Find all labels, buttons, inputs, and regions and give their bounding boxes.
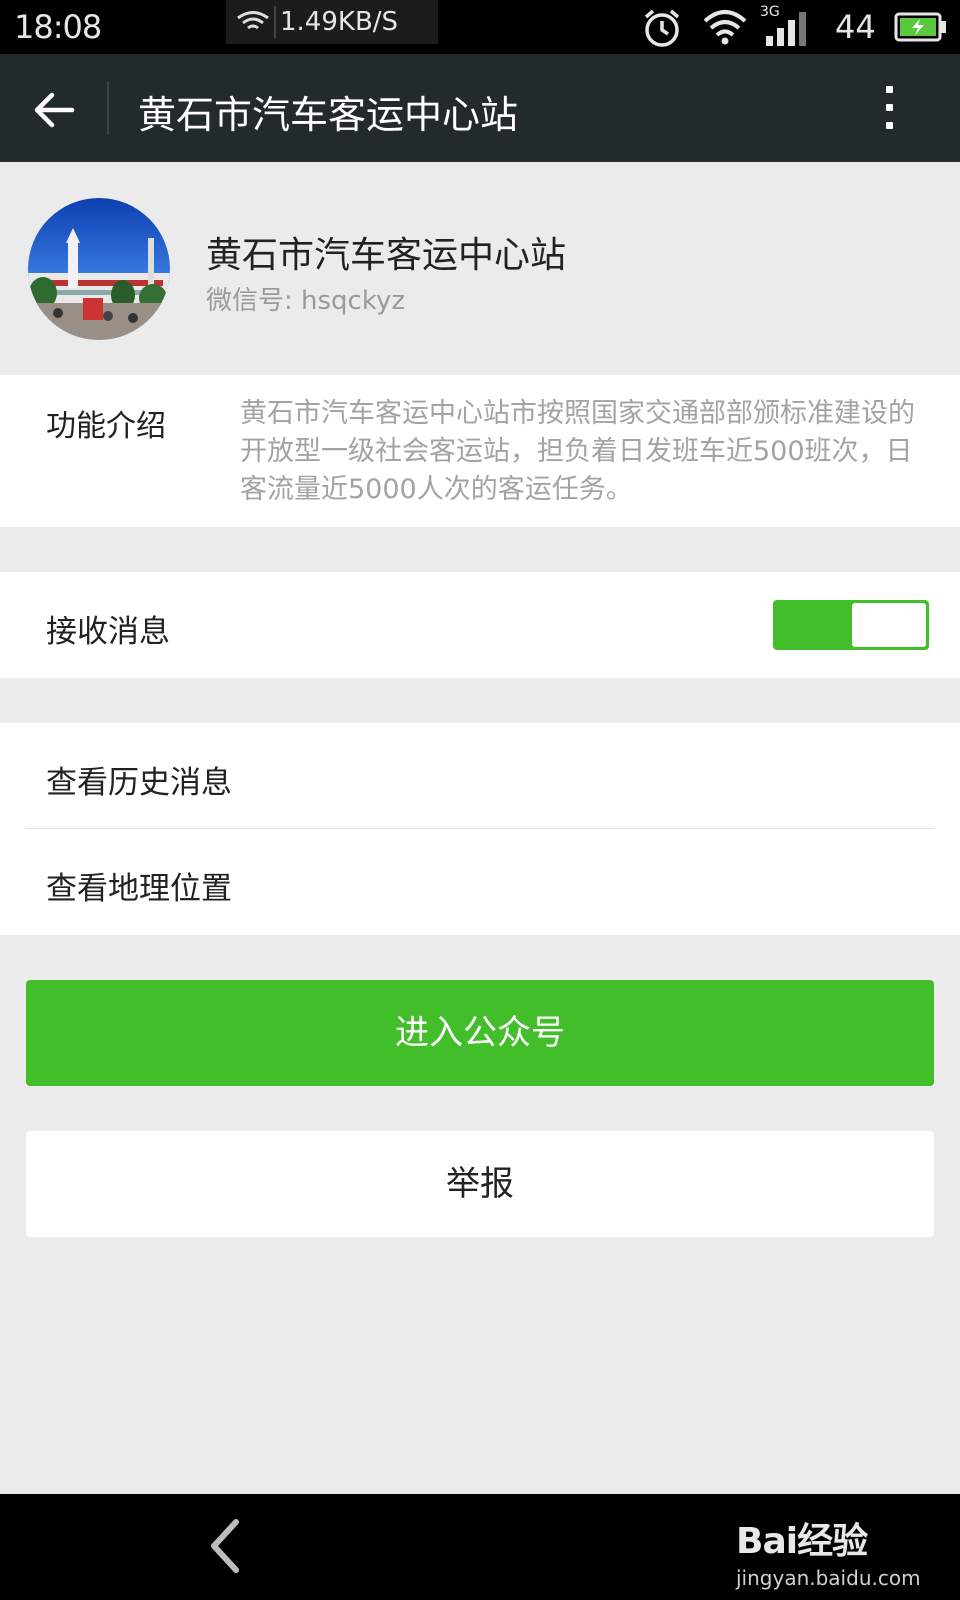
more-menu-button[interactable] [870, 84, 910, 134]
history-messages-label: 查看历史消息 [46, 765, 232, 801]
receive-messages-label: 接收消息 [46, 614, 170, 650]
watermark-brand: Bai经验 [736, 1521, 868, 1562]
wechat-id-label: 微信号: [206, 286, 293, 316]
report-button[interactable]: 举报 [26, 1131, 934, 1237]
signal-icon: 3G [760, 4, 816, 46]
baidu-jingyan-watermark: Bai经验 jingyan.baidu.com [736, 1512, 921, 1590]
nav-back-button[interactable] [202, 1516, 250, 1576]
net-speed-indicator: 1.49KB/S [226, 0, 438, 44]
net-speed-text: 1.49KB/S [280, 7, 399, 37]
receive-messages-toggle[interactable] [773, 600, 929, 650]
title-divider [107, 82, 109, 134]
intro-text: 黄石市汽车客运中心站市按照国家交通部部颁标准建设的开放型一级社会客运站，担负着日… [240, 398, 915, 505]
arrow-left-icon [34, 92, 75, 128]
back-button[interactable] [24, 82, 84, 136]
location-label: 查看地理位置 [46, 871, 232, 907]
wifi-icon [703, 10, 747, 45]
chevron-left-icon [211, 1519, 239, 1573]
receive-messages-row: 接收消息 [0, 572, 960, 678]
watermark-url: jingyan.baidu.com [736, 1566, 921, 1590]
title-bar: 黄石市汽车客运中心站 [0, 54, 960, 162]
toggle-knob [852, 603, 926, 647]
wifi-small-icon [237, 11, 269, 30]
page-title: 黄石市汽车客运中心站 [138, 93, 519, 137]
history-messages-item[interactable]: 查看历史消息 [0, 723, 960, 828]
links-section: 查看历史消息 查看地理位置 [0, 723, 960, 935]
speed-divider [274, 6, 276, 38]
enter-account-button[interactable]: 进入公众号 [26, 980, 934, 1086]
status-bar: 18:08 1.49KB/S 3G 44 [0, 0, 960, 54]
alarm-icon [644, 9, 680, 47]
network-type-label: 3G [760, 4, 780, 20]
navigation-bar: Bai经验 jingyan.baidu.com [0, 1494, 960, 1600]
battery-charging-icon [894, 12, 946, 42]
battery-level-text: 44 [835, 8, 876, 46]
status-time: 18:08 [14, 8, 102, 46]
intro-section: 功能介绍 黄石市汽车客运中心站市按照国家交通部部颁标准建设的开放型一级社会客运站… [0, 375, 960, 527]
wechat-id-value: hsqckyz [292, 286, 406, 316]
intro-label: 功能介绍 [46, 409, 166, 444]
account-name: 黄石市汽车客运中心站 [206, 235, 567, 276]
wechat-id: 微信号: hsqckyz [206, 280, 405, 317]
location-item[interactable]: 查看地理位置 [0, 829, 960, 935]
bus-station-photo [28, 198, 170, 340]
avatar[interactable] [28, 198, 170, 340]
